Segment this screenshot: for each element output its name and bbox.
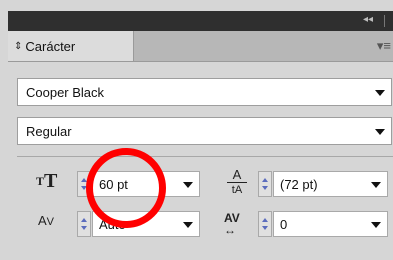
font-size-icon: TT [36, 170, 58, 192]
titlebar-divider [384, 15, 385, 27]
font-size-stepper[interactable] [77, 171, 91, 197]
section-divider [17, 156, 393, 157]
increment-arrow-icon[interactable] [81, 178, 87, 182]
panel-titlebar: ◂◂ [8, 11, 393, 31]
tab-caracter[interactable]: ⇕ Carácter [8, 31, 134, 61]
font-style-value: Regular [26, 123, 72, 139]
kerning-field[interactable]: Auto [92, 211, 200, 237]
increment-arrow-icon[interactable] [262, 178, 268, 182]
font-size-value: 60 pt [99, 176, 128, 192]
kerning-icon: AV [38, 213, 55, 228]
leading-field[interactable]: (72 pt) [273, 171, 388, 197]
leading-stepper[interactable] [258, 171, 272, 197]
kerning-stepper[interactable] [77, 211, 91, 237]
decrement-arrow-icon[interactable] [81, 226, 87, 230]
chevron-down-icon[interactable] [183, 182, 193, 188]
tracking-stepper[interactable] [258, 211, 272, 237]
collapse-arrows-icon[interactable]: ⇕ [14, 41, 22, 52]
chevron-down-icon[interactable] [375, 90, 385, 96]
tracking-icon: AV ↔ [224, 211, 240, 237]
leading-icon: A tA [227, 168, 247, 197]
chevron-down-icon[interactable] [183, 222, 193, 228]
font-family-dropdown[interactable]: Cooper Black [17, 78, 392, 106]
kerning-value: Auto [99, 216, 126, 232]
tracking-value: 0 [280, 216, 288, 232]
chevron-down-icon[interactable] [371, 182, 381, 188]
increment-arrow-icon[interactable] [262, 218, 268, 222]
increment-arrow-icon[interactable] [81, 218, 87, 222]
tab-label: Carácter [25, 38, 76, 54]
tracking-field[interactable]: 0 [273, 211, 388, 237]
font-family-value: Cooper Black [26, 84, 105, 100]
decrement-arrow-icon[interactable] [262, 226, 268, 230]
font-style-dropdown[interactable]: Regular [17, 117, 392, 145]
leading-value: (72 pt) [280, 176, 318, 192]
panel-menu-icon[interactable]: ▾≡ [377, 38, 391, 54]
font-size-field[interactable]: 60 pt [92, 171, 200, 197]
chevron-down-icon[interactable] [375, 129, 385, 135]
decrement-arrow-icon[interactable] [262, 186, 268, 190]
decrement-arrow-icon[interactable] [81, 186, 87, 190]
chevron-down-icon[interactable] [371, 222, 381, 228]
collapse-panel-icon[interactable]: ◂◂ [363, 14, 373, 25]
panel-tabbar: ⇕ Carácter ▾≡ [8, 31, 393, 62]
